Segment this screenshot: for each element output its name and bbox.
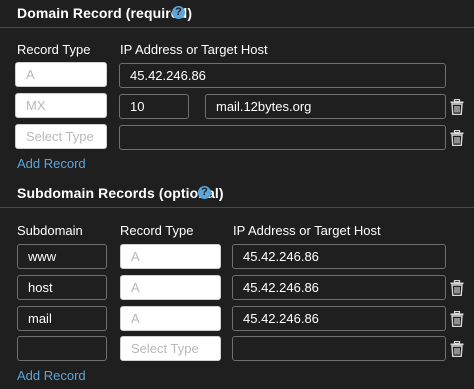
domain-row3-trash-icon[interactable]: [450, 130, 464, 146]
domain-row3-type-select[interactable]: [15, 124, 107, 149]
subdomain-row3-name-field[interactable]: [17, 306, 107, 331]
subdomain-row1-type-field[interactable]: [120, 244, 221, 269]
subdomain-row1-target-field[interactable]: [232, 244, 446, 269]
subdomain-row1-name-field[interactable]: [17, 244, 107, 269]
domain-col-target: IP Address or Target Host: [120, 42, 268, 57]
subdomain-col-subdomain: Subdomain: [17, 223, 83, 238]
subdomain-row2-name-field[interactable]: [17, 275, 107, 300]
domain-row2-type-field[interactable]: [15, 93, 107, 118]
subdomain-section-title: Subdomain Records (optional): [17, 185, 224, 201]
domain-row2-target-field[interactable]: [205, 94, 446, 119]
domain-section-divider: [0, 27, 474, 28]
subdomain-row4-type-select[interactable]: [120, 336, 221, 361]
subdomain-row2-trash-icon[interactable]: [450, 280, 464, 296]
domain-help-icon[interactable]: ?: [172, 6, 185, 19]
subdomain-section-divider: [0, 207, 474, 208]
subdomain-row2-target-field[interactable]: [232, 275, 446, 300]
subdomain-row4-name-field[interactable]: [17, 336, 107, 361]
domain-col-record-type: Record Type: [17, 42, 91, 57]
subdomain-row2-type-field[interactable]: [120, 275, 221, 300]
subdomain-col-record-type: Record Type: [120, 223, 194, 238]
subdomain-add-record-link[interactable]: Add Record: [17, 368, 86, 383]
domain-add-record-link[interactable]: Add Record: [17, 156, 86, 171]
domain-row1-type-field[interactable]: [15, 62, 107, 87]
domain-section-title: Domain Record (required): [17, 5, 193, 21]
subdomain-row4-trash-icon[interactable]: [450, 341, 464, 357]
domain-row2-priority-field[interactable]: [119, 94, 189, 119]
subdomain-col-target: IP Address or Target Host: [233, 223, 381, 238]
subdomain-row3-target-field[interactable]: [232, 306, 446, 331]
domain-row3-target-field[interactable]: [119, 125, 446, 150]
subdomain-row4-target-field[interactable]: [232, 336, 446, 361]
domain-row2-trash-icon[interactable]: [450, 99, 464, 115]
subdomain-row3-type-field[interactable]: [120, 306, 221, 331]
domain-row1-target-field[interactable]: [119, 63, 446, 88]
subdomain-row3-trash-icon[interactable]: [450, 311, 464, 327]
subdomain-help-icon[interactable]: ?: [198, 186, 211, 199]
